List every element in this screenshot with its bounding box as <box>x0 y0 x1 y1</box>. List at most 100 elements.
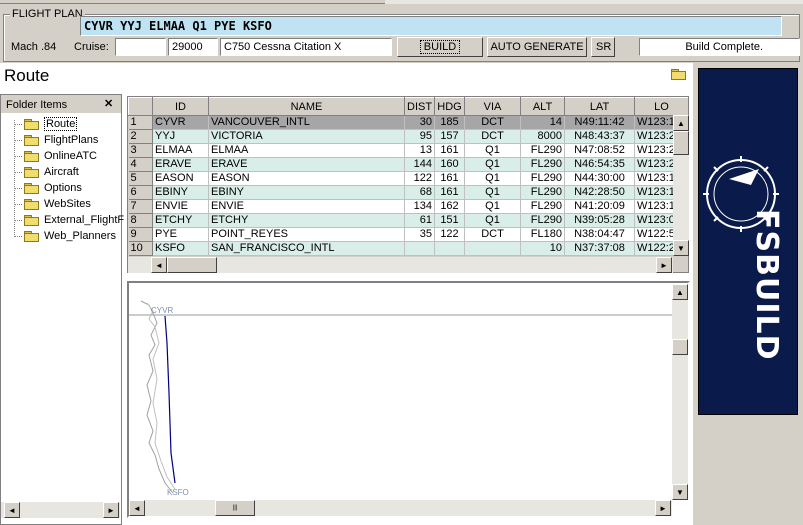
cell-name: ENVIE <box>208 199 405 214</box>
cell-hdg: 185 <box>434 115 465 130</box>
cell-via: Q1 <box>464 185 521 200</box>
folder-item-flightplans[interactable]: FlightPlans <box>24 132 98 148</box>
altitude-field[interactable]: 29000 <box>168 38 218 56</box>
cell-id: KSFO <box>152 241 209 256</box>
build-button[interactable]: BUILD <box>397 37 483 57</box>
map-canvas: CYVR KSFO <box>129 300 674 497</box>
map-vscroll-track[interactable] <box>672 284 688 500</box>
folder-icon <box>24 166 39 178</box>
tree-branch <box>14 236 22 237</box>
grid-corner <box>128 97 153 116</box>
table-row[interactable]: 7 ENVIE ENVIE 134 162 Q1 FL290 N41:20:09 W123:1 <box>128 199 688 214</box>
route-grid: ID NAME DIST HDG VIA ALT LAT LO 1 CYVR VANCOUVER_… <box>127 96 689 273</box>
cell-hdg: 160 <box>434 157 465 172</box>
cell-alt: FL290 <box>520 185 565 200</box>
cell-dist: 13 <box>404 143 435 158</box>
grid-vscroll-thumb[interactable] <box>673 131 689 155</box>
dest-label: KSFO <box>167 488 189 497</box>
folder-item-label: OnlineATC <box>44 150 97 162</box>
cell-hdg: 162 <box>434 199 465 214</box>
grid-scroll-left-icon[interactable]: ◄ <box>151 257 167 273</box>
table-row[interactable]: 3 ELMAA ELMAA 13 161 Q1 FL290 N47:08:52 W123:2 <box>128 143 688 158</box>
table-row[interactable]: 2 YYJ VICTORIA 95 157 DCT 8000 N48:43:37 W123:2 <box>128 129 688 144</box>
map-hscroll-thumb[interactable]: ||| <box>215 500 255 516</box>
cruise-input[interactable] <box>115 38 166 56</box>
auto-generate-button[interactable]: AUTO GENERATE <box>487 37 587 57</box>
cell-dist: 95 <box>404 129 435 144</box>
cell-id: CYVR <box>152 115 209 130</box>
map-vscroll-thumb[interactable] <box>672 339 688 355</box>
folder-item-external-flightf[interactable]: External_FlightF <box>24 212 124 228</box>
map-scroll-right-icon[interactable]: ► <box>655 500 671 516</box>
row-number: 6 <box>128 185 153 200</box>
folder-item-web-planners[interactable]: Web_Planners <box>24 228 116 244</box>
folder-icon <box>24 230 39 242</box>
row-number: 7 <box>128 199 153 214</box>
cell-id: ELMAA <box>152 143 209 158</box>
row-number: 1 <box>128 115 153 130</box>
tree-branch <box>14 188 22 189</box>
tree-branch <box>14 140 22 141</box>
cell-alt: FL290 <box>520 143 565 158</box>
folder-scroll-left-icon[interactable]: ◄ <box>4 502 20 518</box>
folder-icon <box>24 134 39 146</box>
flight-plan-label: FLIGHT PLAN <box>10 8 85 20</box>
cell-lat: N44:30:00 <box>564 171 635 186</box>
aircraft-field[interactable]: C750 Cessna Citation X <box>220 38 392 56</box>
grid-scroll-down-icon[interactable]: ▼ <box>673 240 689 256</box>
folder-item-onlineatc[interactable]: OnlineATC <box>24 148 97 164</box>
open-folder-icon[interactable] <box>671 69 691 80</box>
column-header-lat[interactable]: LAT <box>564 97 635 116</box>
mach-label: Mach .84 <box>11 41 57 53</box>
cell-dist <box>404 241 435 256</box>
cell-name: EASON <box>208 171 405 186</box>
map-hscroll-track[interactable] <box>129 500 672 516</box>
grid-scroll-right-icon[interactable]: ► <box>656 257 672 273</box>
fsbuild-logo: FSBUILD <box>698 68 798 415</box>
table-row[interactable]: 5 EASON EASON 122 161 Q1 FL290 N44:30:00 W123:1 <box>128 171 688 186</box>
grid-scroll-up-icon[interactable]: ▲ <box>673 115 689 131</box>
cell-id: PYE <box>152 227 209 242</box>
cell-name: ELMAA <box>208 143 405 158</box>
route-string-field[interactable]: CYVR YYJ ELMAA Q1 PYE KSFO <box>80 16 782 36</box>
cell-name: ETCHY <box>208 213 405 228</box>
folder-item-websites[interactable]: WebSites <box>24 196 91 212</box>
column-header-dist[interactable]: DIST <box>404 97 435 116</box>
table-row[interactable]: 10 KSFO SAN_FRANCISCO_INTL 10 N37:37:08 W122:… <box>128 241 688 256</box>
tree-branch <box>14 204 22 205</box>
folder-icon <box>24 214 39 226</box>
folder-scroll-right-icon[interactable]: ► <box>103 502 119 518</box>
coastline <box>140 300 174 494</box>
table-row[interactable]: 9 PYE POINT_REYES 35 122 DCT FL180 N38:04:47 W12… <box>128 227 688 242</box>
cell-via <box>464 241 521 256</box>
folder-item-options[interactable]: Options <box>24 180 82 196</box>
column-header-name[interactable]: NAME <box>208 97 405 116</box>
folder-icon <box>24 150 39 162</box>
column-header-via[interactable]: VIA <box>464 97 521 116</box>
table-row[interactable]: 8 ETCHY ETCHY 61 151 Q1 FL290 N39:05:28 W123:0 <box>128 213 688 228</box>
column-header-alt[interactable]: ALT <box>520 97 565 116</box>
row-number: 2 <box>128 129 153 144</box>
tree-branch <box>14 156 22 157</box>
column-header-id[interactable]: ID <box>152 97 209 116</box>
grid-hscroll-thumb[interactable] <box>167 257 217 273</box>
column-header-lo[interactable]: LO <box>634 97 688 116</box>
table-row[interactable]: 4 ERAVE ERAVE 144 160 Q1 FL290 N46:54:35 W123:2 <box>128 157 688 172</box>
cell-lat: N47:08:52 <box>564 143 635 158</box>
folder-item-aircraft[interactable]: Aircraft <box>24 164 79 180</box>
cell-name: ERAVE <box>208 157 405 172</box>
table-row[interactable]: 1 CYVR VANCOUVER_INTL 30 185 DCT 14 N49:11:42 W1… <box>128 115 688 130</box>
close-icon[interactable]: ✕ <box>104 97 113 110</box>
column-header-hdg[interactable]: HDG <box>434 97 465 116</box>
sr-button[interactable]: SR <box>591 37 615 57</box>
cell-lat: N38:04:47 <box>564 227 635 242</box>
map-scroll-up-icon[interactable]: ▲ <box>672 284 688 300</box>
map-scroll-down-icon[interactable]: ▼ <box>672 484 688 500</box>
cell-hdg: 151 <box>434 213 465 228</box>
status-field: Build Complete. <box>639 38 800 56</box>
table-row[interactable]: 6 EBINY EBINY 68 161 Q1 FL290 N42:28:50 W123:1 <box>128 185 688 200</box>
cell-via: DCT <box>464 227 521 242</box>
cell-dist: 122 <box>404 171 435 186</box>
map-scroll-left-icon[interactable]: ◄ <box>129 500 145 516</box>
folder-item-route[interactable]: Route <box>24 116 78 132</box>
